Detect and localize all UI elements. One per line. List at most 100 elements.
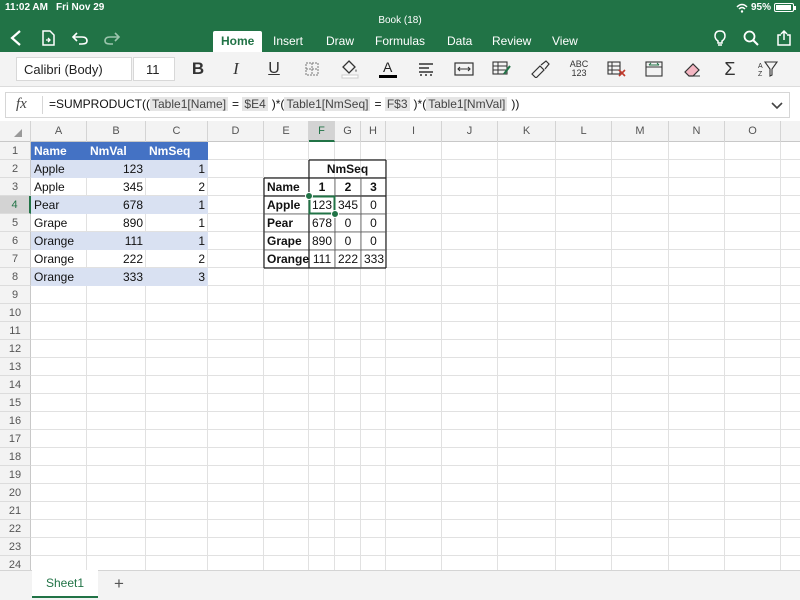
eraser-icon[interactable] <box>679 57 705 81</box>
summary-value-cell[interactable]: 123 <box>309 196 335 214</box>
column-header-d[interactable]: D <box>208 121 264 142</box>
column-header-l[interactable]: L <box>556 121 612 142</box>
redo-icon[interactable] <box>101 28 123 48</box>
table-cell[interactable]: Grape <box>31 214 87 232</box>
row-header-21[interactable]: 21 <box>0 502 31 520</box>
row-header-15[interactable]: 15 <box>0 394 31 412</box>
table-cell[interactable]: Apple <box>31 160 87 178</box>
number-format-icon[interactable]: ABC 123 <box>565 57 593 81</box>
summary-value-cell[interactable]: 0 <box>335 214 361 232</box>
bold-icon[interactable]: B <box>185 57 211 81</box>
row-header-18[interactable]: 18 <box>0 448 31 466</box>
table-header-cell[interactable]: NmVal <box>87 142 146 160</box>
table-cell[interactable]: 345 <box>87 178 146 196</box>
column-header-a[interactable]: A <box>31 121 87 142</box>
column-header-j[interactable]: J <box>442 121 498 142</box>
row-header-4[interactable]: 4 <box>0 196 31 214</box>
summary-name-cell[interactable]: Grape <box>264 232 309 250</box>
row-header-5[interactable]: 5 <box>0 214 31 232</box>
row-header-7[interactable]: 7 <box>0 250 31 268</box>
back-icon[interactable] <box>5 28 27 48</box>
fx-icon[interactable]: fx <box>16 96 27 113</box>
row-header-12[interactable]: 12 <box>0 340 31 358</box>
spreadsheet-grid[interactable]: ABCDEFGHIJKLMNO Name NmVal NmSeq Apple 123 1 A… <box>0 121 800 570</box>
summary-name-cell[interactable]: Orange <box>264 250 309 268</box>
column-header-e[interactable]: E <box>264 121 309 142</box>
row-header-20[interactable]: 20 <box>0 484 31 502</box>
table-cell[interactable]: 333 <box>87 268 146 286</box>
summary-value-cell[interactable]: 0 <box>335 232 361 250</box>
row-header-1[interactable]: 1 <box>0 142 31 160</box>
tab-formulas[interactable]: Formulas <box>367 31 433 52</box>
wrap-text-icon[interactable] <box>451 57 477 81</box>
row-header-17[interactable]: 17 <box>0 430 31 448</box>
sheet-tab-sheet1[interactable]: Sheet1 <box>32 570 98 598</box>
table-cell[interactable]: 1 <box>146 160 208 178</box>
row-header-2[interactable]: 2 <box>0 160 31 178</box>
row-header-23[interactable]: 23 <box>0 538 31 556</box>
column-header-b[interactable]: B <box>87 121 146 142</box>
tab-draw[interactable]: Draw <box>318 31 362 52</box>
summary-value-cell[interactable]: 890 <box>309 232 335 250</box>
summary-value-cell[interactable]: 333 <box>361 250 386 268</box>
table-header-cell[interactable]: Name <box>31 142 87 160</box>
row-header-13[interactable]: 13 <box>0 358 31 376</box>
row-header-10[interactable]: 10 <box>0 304 31 322</box>
column-header-k[interactable]: K <box>498 121 556 142</box>
formula-text[interactable]: =SUMPRODUCT((Table1[Name] = $E4)*(Table1[… <box>49 97 519 111</box>
table-cell[interactable]: Orange <box>31 232 87 250</box>
column-header-f[interactable]: F <box>309 121 335 142</box>
search-icon[interactable] <box>740 28 762 48</box>
summary-seq-header-cell[interactable]: 1 <box>309 178 335 196</box>
tab-insert[interactable]: Insert <box>265 31 311 52</box>
column-header-o[interactable]: O <box>725 121 781 142</box>
file-icon[interactable] <box>37 28 59 48</box>
row-header-16[interactable]: 16 <box>0 412 31 430</box>
add-sheet-button[interactable]: + <box>108 573 130 595</box>
row-header-3[interactable]: 3 <box>0 178 31 196</box>
chevron-down-icon[interactable] <box>767 95 787 115</box>
table-cell[interactable]: 2 <box>146 250 208 268</box>
table-cell[interactable]: 890 <box>87 214 146 232</box>
summary-value-cell[interactable]: 111 <box>309 250 335 268</box>
undo-icon[interactable] <box>69 28 91 48</box>
font-size-box[interactable]: 11 <box>133 57 175 81</box>
column-header-g[interactable]: G <box>335 121 361 142</box>
summary-title-cell[interactable]: NmSeq <box>309 160 386 178</box>
table-cell[interactable]: 678 <box>87 196 146 214</box>
row-header-22[interactable]: 22 <box>0 520 31 538</box>
insert-delete-cells-icon[interactable] <box>603 57 629 81</box>
cell-styles-icon[interactable] <box>527 57 553 81</box>
summary-value-cell[interactable]: 0 <box>361 232 386 250</box>
table-cell[interactable]: Apple <box>31 178 87 196</box>
select-all-corner[interactable] <box>0 121 31 142</box>
column-width-icon[interactable] <box>641 57 667 81</box>
column-header-h[interactable]: H <box>361 121 386 142</box>
summary-value-cell[interactable]: 345 <box>335 196 361 214</box>
sort-filter-icon[interactable]: AZ <box>755 57 781 81</box>
tab-view[interactable]: View <box>544 31 586 52</box>
autosum-icon[interactable]: Σ <box>717 57 743 81</box>
row-header-9[interactable]: 9 <box>0 286 31 304</box>
summary-value-cell[interactable]: 678 <box>309 214 335 232</box>
italic-icon[interactable]: I <box>223 57 249 81</box>
summary-row-header-cell[interactable]: Name <box>264 178 309 196</box>
table-cell[interactable]: 1 <box>146 232 208 250</box>
summary-value-cell[interactable]: 222 <box>335 250 361 268</box>
share-icon[interactable] <box>773 28 795 48</box>
tab-home[interactable]: Home <box>213 31 263 52</box>
column-header-n[interactable]: N <box>669 121 725 142</box>
format-cells-icon[interactable] <box>489 57 515 81</box>
column-header-i[interactable]: I <box>386 121 442 142</box>
summary-name-cell[interactable]: Apple <box>264 196 309 214</box>
summary-name-cell[interactable]: Pear <box>264 214 309 232</box>
underline-icon[interactable]: U <box>261 57 287 81</box>
align-icon[interactable] <box>413 57 439 81</box>
summary-value-cell[interactable]: 0 <box>361 196 386 214</box>
table-cell[interactable]: 2 <box>146 178 208 196</box>
lightbulb-icon[interactable] <box>709 28 731 48</box>
summary-value-cell[interactable]: 0 <box>361 214 386 232</box>
font-name-box[interactable]: Calibri (Body) <box>16 57 132 81</box>
table-cell[interactable]: 123 <box>87 160 146 178</box>
column-header-c[interactable]: C <box>146 121 208 142</box>
